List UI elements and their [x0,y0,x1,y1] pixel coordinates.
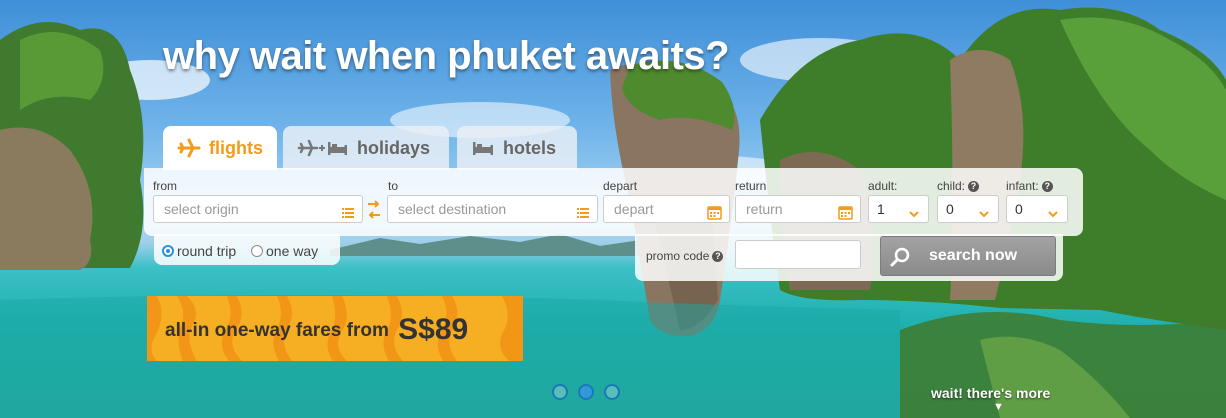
to-label: to [388,179,399,193]
child-label: child:? [937,179,980,193]
depart-label: depart [603,179,638,193]
fare-promo-price: S$89 [398,313,469,346]
round-trip-radio[interactable]: round trip [162,243,236,259]
swap-arrows-icon[interactable] [367,199,381,226]
carousel-dot-2[interactable] [578,384,594,400]
radio-selected-icon [162,245,174,257]
more-link[interactable]: wait! there's more [931,385,1050,401]
depart-placeholder: depart [614,201,654,217]
promo-code-input[interactable] [735,240,861,269]
from-label: from [153,179,177,193]
radio-unselected-icon [251,245,263,257]
help-icon[interactable]: ? [1041,181,1053,193]
return-placeholder: return [746,201,783,217]
infant-label: infant:? [1006,179,1053,193]
fare-promo-text: all-in one-way fares from S$89 [165,313,468,347]
tab-flights-label: flights [209,137,263,158]
fare-promo-label: all-in one-way fares from [165,320,389,341]
tab-flights[interactable]: flights [163,126,277,170]
chevron-down-icon [1047,202,1059,228]
arrow-down-icon[interactable]: ▼ [993,401,1004,413]
promo-code-label: promo code? [646,249,724,263]
list-icon [341,202,355,228]
fare-promo-banner[interactable]: all-in one-way fares from S$89 [147,296,523,361]
one-way-label: one way [266,243,319,259]
carousel-dot-3[interactable] [604,384,620,400]
bed-icon [471,139,495,157]
adult-label: adult: [868,179,898,193]
destination-placeholder: select destination [398,201,507,217]
help-icon[interactable]: ? [968,181,980,193]
round-trip-label: round trip [177,243,237,259]
calendar-icon [707,202,722,228]
help-icon[interactable]: ? [712,251,724,263]
carousel-dot-1[interactable] [552,384,568,400]
adult-select[interactable]: 1 [868,195,929,223]
one-way-radio[interactable]: one way [251,243,318,259]
page-headline: why wait when phuket awaits? [163,34,730,78]
tab-holidays-label: holidays [357,137,431,158]
plane-icon [177,138,201,158]
origin-placeholder: select origin [164,201,239,217]
origin-input[interactable]: select origin [153,195,363,223]
tab-holidays[interactable]: holidays [283,126,449,170]
destination-input[interactable]: select destination [387,195,598,223]
plane-bed-icon [297,138,349,158]
child-select[interactable]: 0 [937,195,999,223]
depart-date-input[interactable]: depart [603,195,730,223]
return-date-input[interactable]: return [735,195,861,223]
adult-value: 1 [877,201,885,217]
infant-select[interactable]: 0 [1006,195,1068,223]
list-icon [576,202,590,228]
tab-hotels-label: hotels [503,137,557,158]
search-button[interactable]: search now [880,236,1056,276]
tab-hotels[interactable]: hotels [457,126,577,170]
calendar-icon [838,202,853,228]
chevron-down-icon [908,202,920,228]
search-button-label: search now [929,247,1018,264]
child-value: 0 [946,201,954,217]
return-label: return [735,179,767,193]
infant-value: 0 [1015,201,1023,217]
chevron-down-icon [978,202,990,228]
